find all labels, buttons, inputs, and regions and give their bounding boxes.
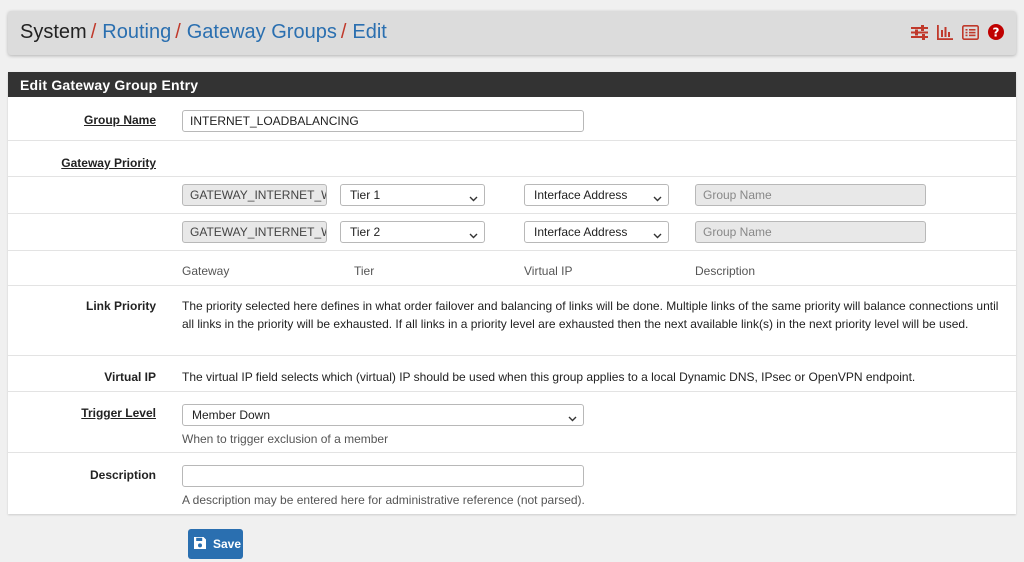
column-heading-gateway: Gateway [182, 264, 230, 278]
breadcrumb-routing-link[interactable]: Routing [102, 21, 171, 43]
breadcrumb-separator: / [175, 21, 181, 43]
breadcrumb-bar: System/Routing/Gateway Groups/Edit [8, 11, 1016, 55]
tier-select-value: Tier 1 [350, 188, 381, 202]
gateway-priority-label: Gateway Priority [61, 156, 156, 170]
gateway-description-input[interactable]: Group Name [695, 221, 926, 243]
description-help: A description may be entered here for ad… [182, 493, 585, 507]
gateway-row: GATEWAY_INTERNET_W Tier 2 Interface Addr… [8, 214, 1016, 251]
help-icon[interactable]: ? [988, 24, 1004, 40]
tier-select[interactable]: Tier 2 [340, 221, 485, 243]
gateway-row: GATEWAY_INTERNET_W Tier 1 Interface Addr… [8, 177, 1016, 214]
save-button-label: Save [213, 537, 242, 551]
virtual-ip-select-value: Interface Address [534, 188, 628, 202]
chevron-down-icon [469, 228, 478, 242]
trigger-level-select-value: Member Down [192, 408, 271, 422]
group-name-label: Group Name [83, 113, 156, 127]
chevron-down-icon [653, 191, 662, 205]
trigger-level-label: Trigger Level [81, 406, 156, 420]
edit-gateway-group-panel: Edit Gateway Group Entry Group Name INTE… [8, 72, 1016, 514]
group-name-row: Group Name INTERNET_LOADBALANCING [8, 97, 1016, 141]
breadcrumb-gateway-groups-link[interactable]: Gateway Groups [187, 21, 337, 43]
column-heading-virtual-ip: Virtual IP [524, 264, 573, 278]
description-input[interactable] [182, 465, 584, 487]
tier-select[interactable]: Tier 1 [340, 184, 485, 206]
link-priority-label: Link Priority [85, 299, 156, 313]
tier-select-value: Tier 2 [350, 225, 381, 239]
svg-text:?: ? [993, 25, 1000, 39]
gateway-column-headings: Gateway Tier Virtual IP Description [8, 251, 1016, 286]
toolbar: ? [911, 24, 1004, 40]
virtual-ip-row: Virtual IP The virtual IP field selects … [8, 356, 1016, 392]
save-button[interactable]: Save [188, 529, 243, 559]
description-row: Description A description may be entered… [8, 453, 1016, 514]
breadcrumb: System / Routing / Gateway Groups / Edit [20, 21, 387, 44]
panel-title: Edit Gateway Group Entry [8, 72, 1016, 97]
breadcrumb-separator: / [90, 21, 97, 43]
virtual-ip-select[interactable]: Interface Address [524, 221, 669, 243]
gateway-field: GATEWAY_INTERNET_W [182, 221, 327, 243]
column-heading-tier: Tier [354, 264, 375, 278]
gateway-description-input[interactable]: Group Name [695, 184, 926, 206]
virtual-ip-label: Virtual IP [104, 370, 156, 384]
trigger-level-row: Trigger Level Member Down When to trigge… [8, 392, 1016, 453]
list-icon[interactable] [962, 24, 979, 40]
virtual-ip-text: The virtual IP field selects which (virt… [182, 370, 916, 384]
trigger-level-select[interactable]: Member Down [182, 404, 584, 426]
breadcrumb-system: System [20, 21, 87, 43]
chevron-down-icon [469, 191, 478, 205]
virtual-ip-select-value: Interface Address [534, 225, 628, 239]
virtual-ip-select[interactable]: Interface Address [524, 184, 669, 206]
link-priority-row: Link Priority The priority selected here… [8, 286, 1016, 356]
link-priority-text: The priority selected here defines in wh… [182, 299, 999, 331]
column-heading-description: Description [695, 264, 756, 278]
breadcrumb-edit-link[interactable]: Edit [352, 21, 386, 43]
breadcrumb-separator: / [340, 21, 347, 43]
gateway-priority-row: Gateway Priority [8, 141, 1016, 177]
chevron-down-icon [568, 411, 577, 425]
bar-chart-icon[interactable] [937, 24, 953, 40]
floppy-disk-icon [193, 536, 207, 553]
gateway-field: GATEWAY_INTERNET_W [182, 184, 327, 206]
sliders-icon[interactable] [911, 24, 928, 40]
group-name-input[interactable]: INTERNET_LOADBALANCING [182, 110, 584, 132]
chevron-down-icon [653, 228, 662, 242]
trigger-level-help: When to trigger exclusion of a member [182, 432, 389, 446]
description-label: Description [89, 468, 156, 482]
